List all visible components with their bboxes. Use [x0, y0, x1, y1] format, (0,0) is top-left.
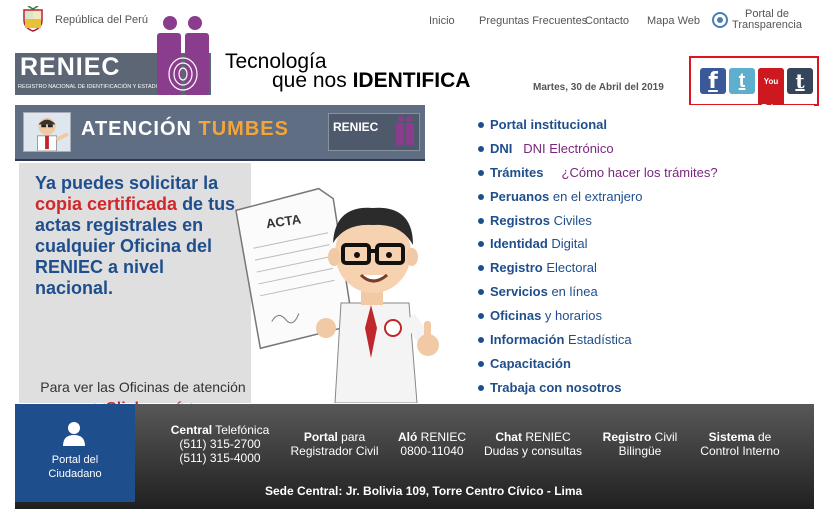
- menu-item-servicios-en-linea[interactable]: Servicios en línea: [476, 283, 806, 307]
- menu-item-capacitacion[interactable]: Capacitación: [476, 355, 806, 379]
- menu-item-portal-institucional[interactable]: Portal institucional: [476, 116, 806, 140]
- main-menu: Portal institucional DNI DNI Electrónico…: [476, 116, 806, 403]
- tagline-line2: que nos IDENTIFICA: [272, 69, 471, 92]
- menu-item-trabaja-con-nosotros[interactable]: Trabaja con nosotros: [476, 379, 806, 403]
- promo-headline: Ya puedes solicitar la copia certificada…: [35, 173, 236, 298]
- promo-subtext: Para ver las Oficinas de atención: [40, 379, 246, 395]
- nav-inicio[interactable]: Inicio: [429, 15, 455, 27]
- tumblr-icon[interactable]: t: [787, 68, 813, 94]
- sede-central-address: Sede Central: Jr. Bolivia 109, Torre Cen…: [265, 484, 583, 498]
- transparency-link[interactable]: Portal de Transparencia: [732, 9, 802, 31]
- menu-item-dni[interactable]: DNI DNI Electrónico: [476, 140, 806, 164]
- menu-item-peruanos-extranjero[interactable]: Peruanos en el extranjero: [476, 188, 806, 212]
- portal-ciudadano-label: Portal del Ciudadano: [48, 454, 102, 480]
- footer-alo-reniec[interactable]: Aló RENIEC 0800-11040: [392, 430, 472, 458]
- menu-link-dni-electronico[interactable]: DNI Electrónico: [523, 141, 613, 156]
- twitter-icon[interactable]: t: [729, 68, 755, 94]
- nav-mapa-web[interactable]: Mapa Web: [647, 15, 700, 27]
- logo-text: RENIEC: [20, 53, 121, 81]
- peru-coat-of-arms-icon: [23, 6, 43, 32]
- menu-item-tramites[interactable]: Trámites ¿Cómo hacer los trámites?: [476, 164, 806, 188]
- portal-ciudadano-button[interactable]: Portal del Ciudadano: [15, 404, 135, 502]
- nav-contacto[interactable]: Contacto: [585, 15, 629, 27]
- top-bar: República del Perú Inicio Preguntas Frec…: [0, 0, 825, 42]
- footer: Portal del Ciudadano Central Telefónica (…: [15, 404, 814, 509]
- attention-title: ATENCIÓN TUMBES: [81, 118, 289, 140]
- menu-item-registro-electoral[interactable]: Registro Electoral: [476, 259, 806, 283]
- footer-sistema-control-interno[interactable]: Sistema de Control Interno: [695, 430, 785, 458]
- promo-panel[interactable]: Ya puedes solicitar la copia certificada…: [19, 163, 251, 417]
- user-icon: [63, 422, 85, 446]
- facebook-icon[interactable]: f: [700, 68, 726, 94]
- youtube-icon[interactable]: You Tube: [758, 68, 784, 122]
- footer-chat-reniec[interactable]: Chat RENIEC Dudas y consultas: [481, 430, 585, 458]
- current-date: Martes, 30 de Abril del 2019: [533, 82, 664, 93]
- reniec-mini-figures-icon: [396, 116, 414, 145]
- peru-label: República del Perú: [55, 14, 148, 26]
- menu-item-identidad-digital[interactable]: Identidad Digital: [476, 235, 806, 259]
- pointing-character-icon: [23, 112, 71, 152]
- menu-item-informacion-estadistica[interactable]: Información Estadística: [476, 331, 806, 355]
- footer-central-telefonica[interactable]: Central Telefónica (511) 315-2700 (511) …: [170, 423, 270, 465]
- nav-preguntas-frecuentes[interactable]: Preguntas Frecuentes: [479, 15, 587, 27]
- transparency-icon[interactable]: [712, 12, 728, 28]
- social-links: f t You Tube t: [689, 56, 819, 122]
- logo-subtitle: REGISTRO NACIONAL DE IDENTIFICACIÓN Y ES…: [18, 84, 176, 90]
- menu-link-como-hacer-tramites[interactable]: ¿Cómo hacer los trámites?: [562, 165, 718, 180]
- footer-portal-registrador[interactable]: Portal para Registrador Civil: [287, 430, 382, 458]
- menu-item-oficinas-horarios[interactable]: Oficinas y horarios: [476, 307, 806, 331]
- mini-reniec-logo: RENIEC: [328, 113, 420, 151]
- footer-registro-civil-bilingue[interactable]: Registro Civil Bilingüe: [595, 430, 685, 458]
- reniec-figures-icon: [157, 16, 209, 95]
- character-with-acta-illustration: ACTA: [235, 187, 439, 403]
- menu-item-registros-civiles[interactable]: Registros Civiles: [476, 212, 806, 236]
